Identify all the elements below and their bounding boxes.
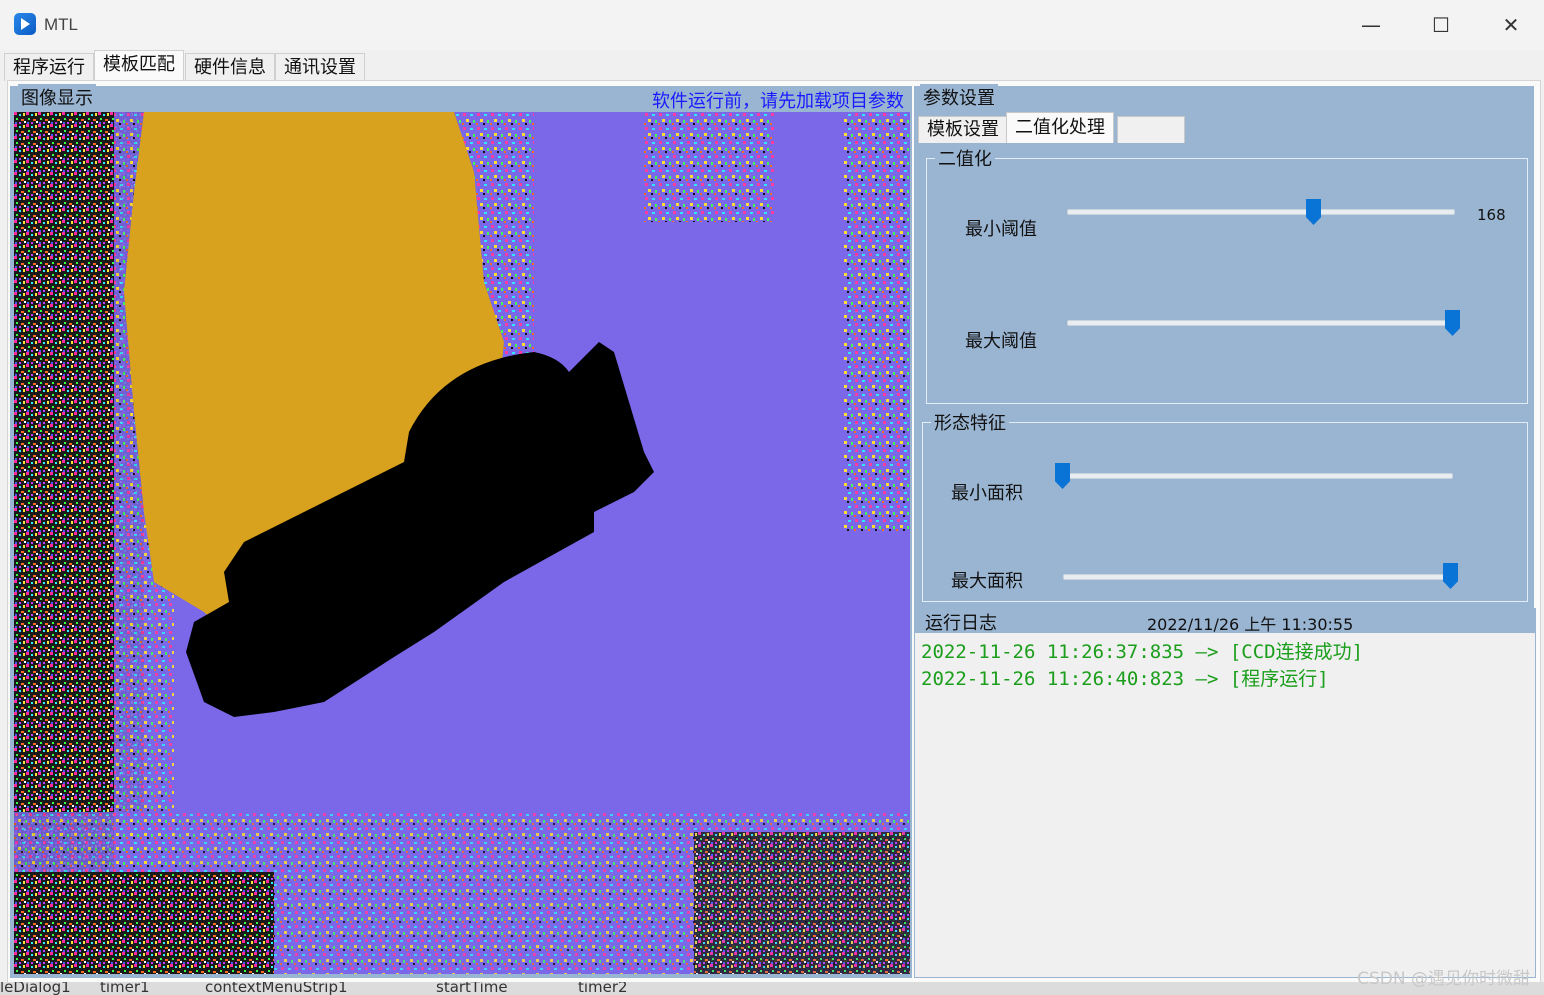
min-area-label: 最小面积 (951, 483, 1023, 504)
tab-program-run[interactable]: 程序运行 (4, 53, 94, 81)
component-tray: leDialog1 timer1 contextMenuStrip1 start… (0, 982, 1544, 995)
load-params-notice: 软件运行前，请先加载项目参数 (652, 91, 904, 112)
minimize-button[interactable]: — (1336, 0, 1406, 50)
run-log-header: 运行日志 2022/11/26 上午 11:30:55 (915, 609, 1535, 634)
run-log-title: 运行日志 (925, 613, 997, 634)
component-item[interactable]: leDialog1 (0, 982, 71, 995)
max-threshold-slider-thumb[interactable] (1445, 310, 1460, 336)
app-logo-icon (14, 13, 36, 35)
morphology-group: 形态特征 最小面积 最大面积 (922, 409, 1528, 602)
image-display-title: 图像显示 (18, 84, 96, 110)
min-area-slider-thumb[interactable] (1055, 463, 1070, 489)
binarize-group: 二值化 最小阈值 168 最大阈值 (926, 145, 1528, 404)
parameter-settings-group: 参数设置 模板设置 二值化处理 二值化 最小阈值 168 最大阈值 形态特征 最… (914, 84, 1534, 608)
max-area-slider-thumb[interactable] (1443, 563, 1458, 589)
component-item[interactable]: timer2 (578, 982, 628, 995)
tab-hardware-info[interactable]: 硬件信息 (185, 53, 275, 81)
app-window: MTL — ☐ ✕ 程序运行 模板匹配 硬件信息 通讯设置 图像显示 软件运行前… (0, 0, 1544, 995)
max-threshold-track[interactable] (1067, 320, 1455, 326)
image-display-group: 图像显示 软件运行前，请先加载项目参数 (10, 84, 912, 978)
close-button[interactable]: ✕ (1476, 0, 1544, 50)
tab-template-match[interactable]: 模板匹配 (94, 50, 184, 81)
min-threshold-slider-thumb[interactable] (1306, 199, 1322, 225)
title-bar: MTL — ☐ ✕ (0, 0, 1544, 50)
window-title: MTL (44, 15, 78, 34)
binarize-title: 二值化 (935, 145, 995, 171)
component-item[interactable]: startTime (436, 982, 508, 995)
min-threshold-track[interactable] (1067, 209, 1455, 215)
tab-template-settings[interactable]: 模板设置 (918, 116, 1008, 143)
max-area-track[interactable] (1063, 574, 1453, 580)
tab-comm-settings[interactable]: 通讯设置 (275, 53, 365, 81)
main-tab-strip: 程序运行 模板匹配 硬件信息 通讯设置 (0, 50, 1544, 81)
tab-extra[interactable] (1117, 116, 1185, 143)
run-log-group: 运行日志 2022/11/26 上午 11:30:55 2022-11-26 1… (914, 608, 1536, 978)
min-threshold-label: 最小阈值 (965, 219, 1037, 240)
log-line: 2022-11-26 11:26:37:835 —> [CCD连接成功] (921, 641, 1364, 663)
binarized-image (14, 112, 910, 974)
min-threshold-value: 168 (1477, 206, 1506, 224)
component-item[interactable]: timer1 (100, 982, 150, 995)
morphology-title: 形态特征 (931, 409, 1009, 435)
current-timestamp: 2022/11/26 上午 11:30:55 (1147, 615, 1354, 634)
max-area-label: 最大面积 (951, 571, 1023, 592)
log-line: 2022-11-26 11:26:40:823 —> [程序运行] (921, 668, 1329, 690)
max-threshold-label: 最大阈值 (965, 331, 1037, 352)
watermark: CSDN @遇见你时微甜 (1357, 969, 1530, 989)
tab-binarize[interactable]: 二值化处理 (1006, 112, 1114, 143)
maximize-button[interactable]: ☐ (1406, 0, 1476, 50)
parameter-settings-title: 参数设置 (920, 84, 998, 110)
component-item[interactable]: contextMenuStrip1 (205, 982, 348, 995)
min-area-track[interactable] (1063, 473, 1453, 479)
binarized-image-view[interactable] (14, 112, 910, 974)
